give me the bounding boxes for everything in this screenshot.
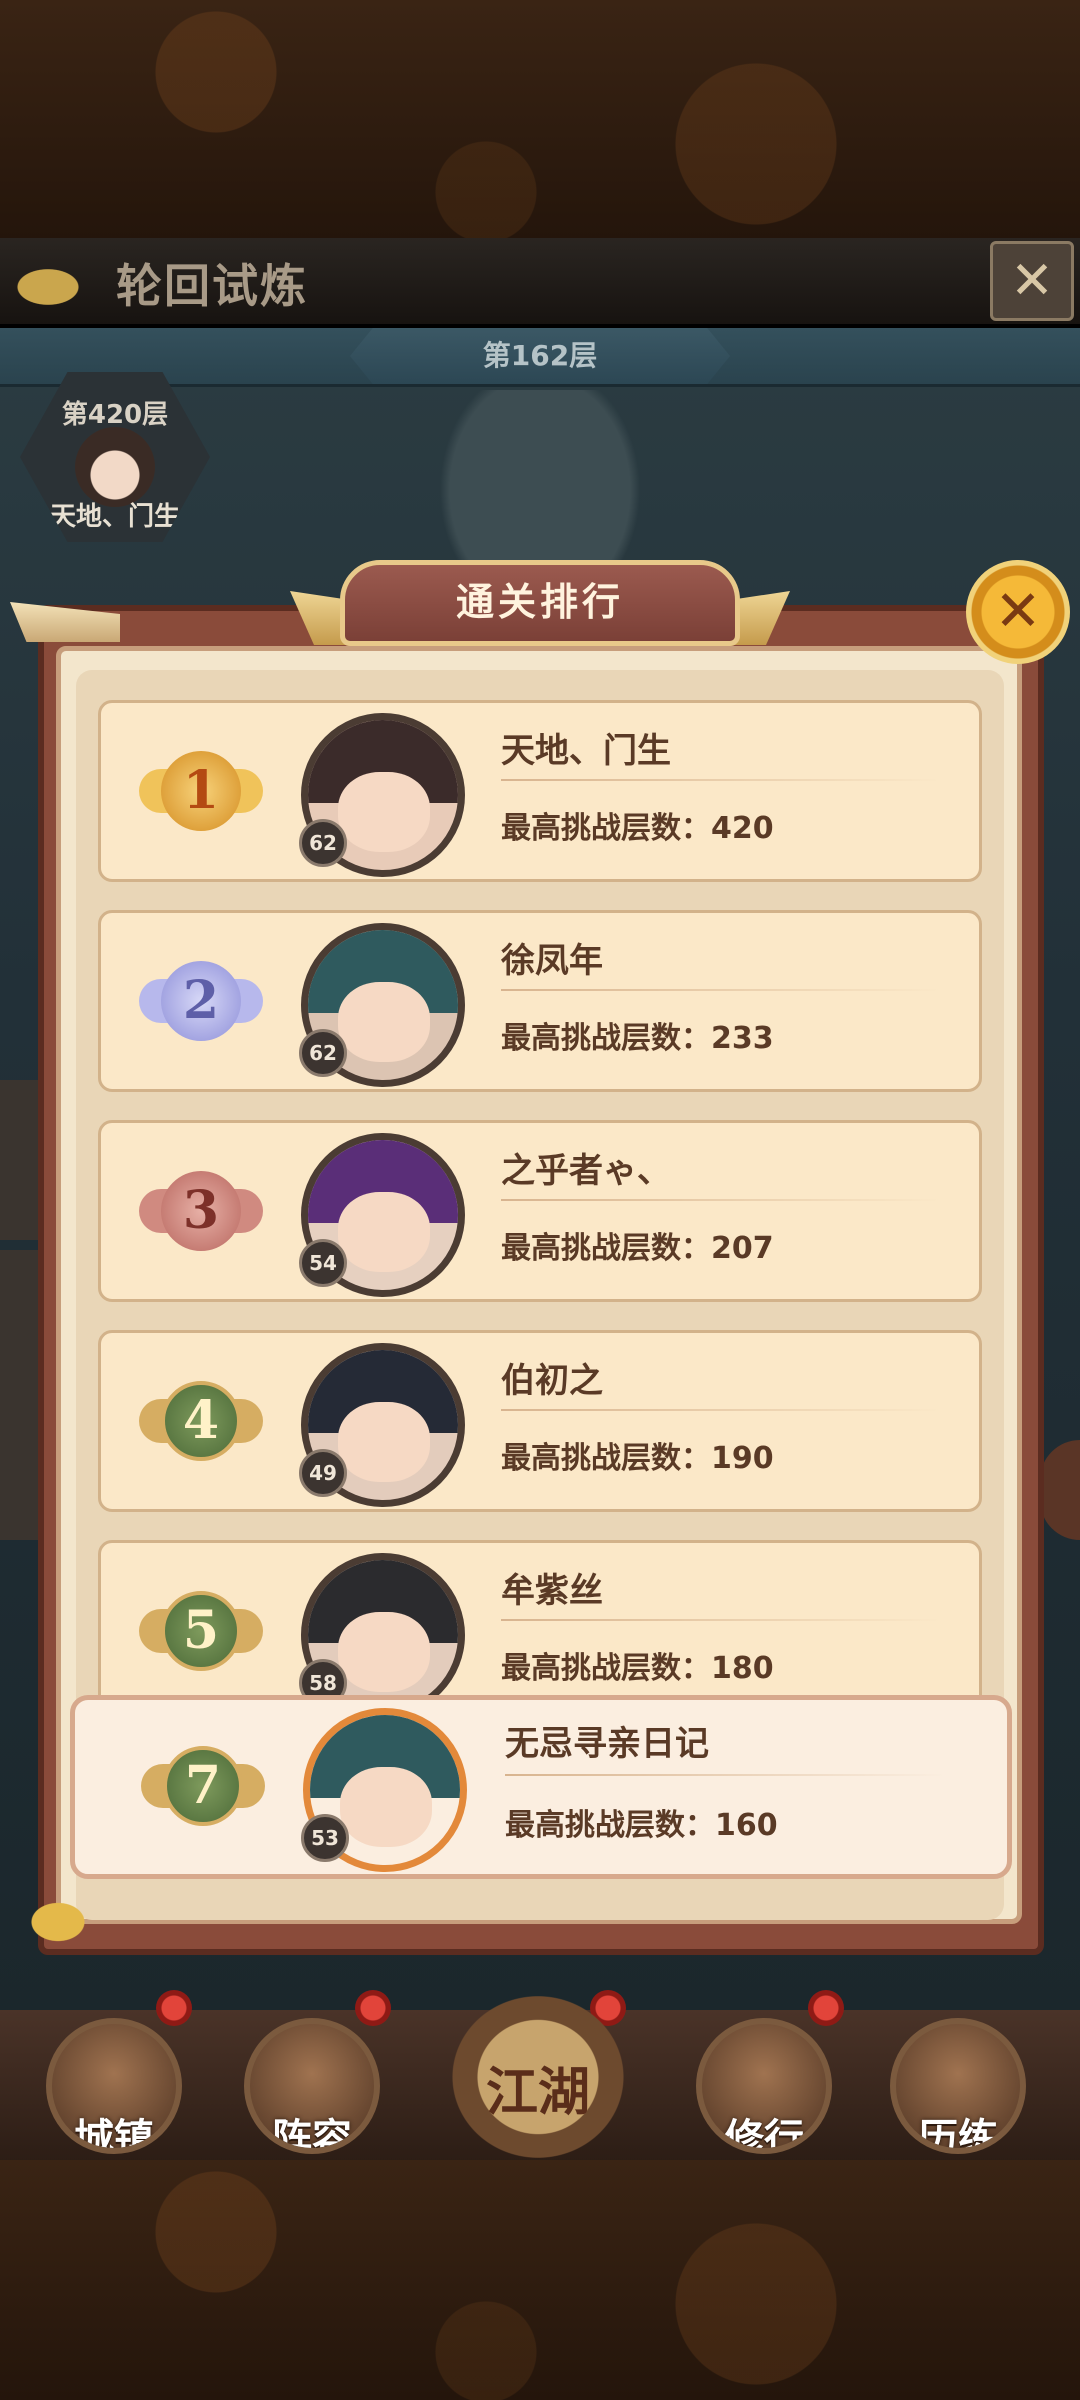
- nav-label: 城镇: [74, 2116, 154, 2154]
- player-name: 无忌寻亲日记: [505, 1724, 709, 1764]
- row-divider: [501, 989, 941, 991]
- rank-medal-icon: 7: [141, 1738, 265, 1838]
- panel-title: 通关排行: [340, 560, 740, 646]
- nav-training-button[interactable]: 修行: [696, 2018, 832, 2154]
- rank-medal-icon: 4: [139, 1373, 263, 1473]
- gold-cloud-ornament-icon: [8, 1886, 108, 1946]
- nav-lineup-button[interactable]: 阵容: [244, 2018, 380, 2154]
- top-player-avatar: [75, 427, 155, 507]
- row-divider: [501, 1619, 941, 1621]
- row-divider: [501, 1409, 941, 1411]
- player-name: 天地、门生: [501, 731, 671, 771]
- nav-experience-button[interactable]: 历练: [890, 2018, 1026, 2154]
- rank-medal-icon: 1: [139, 743, 263, 843]
- nav-town-button[interactable]: 城镇: [46, 2018, 182, 2154]
- row-divider: [501, 1199, 941, 1201]
- player-name: 之乎者ゃ、: [501, 1151, 671, 1191]
- player-score: 最高挑战层数：420: [501, 811, 774, 846]
- player-level-badge: 53: [301, 1814, 349, 1862]
- player-level-badge: 49: [299, 1449, 347, 1497]
- row-divider: [505, 1774, 945, 1776]
- player-level-badge: 62: [299, 819, 347, 867]
- close-page-button[interactable]: ✕: [990, 241, 1074, 321]
- player-score: 最高挑战层数：180: [501, 1651, 774, 1686]
- player-name: 伯初之: [501, 1361, 603, 1401]
- notification-dot: [355, 1990, 391, 2026]
- player-score: 最高挑战层数：233: [501, 1021, 774, 1056]
- ranking-row[interactable]: 1 62 天地、门生 最高挑战层数：420: [98, 700, 982, 882]
- nav-label: 修行: [724, 2116, 804, 2154]
- nav-label: 阵容: [272, 2116, 352, 2154]
- nav-jianghu-button[interactable]: 江湖: [448, 1992, 628, 2162]
- close-icon: ✕: [1010, 251, 1054, 311]
- player-level-badge: 62: [299, 1029, 347, 1077]
- player-score: 最高挑战层数：160: [505, 1808, 778, 1843]
- page-title: 轮回试炼: [116, 259, 308, 313]
- rank-number: 1: [161, 751, 241, 831]
- rank-medal-icon: 2: [139, 953, 263, 1053]
- ranking-row[interactable]: 3 54 之乎者ゃ、 最高挑战层数：207: [98, 1120, 982, 1302]
- notification-dot: [808, 1990, 844, 2026]
- close-panel-button[interactable]: ✕: [966, 560, 1070, 664]
- rank-number: 7: [163, 1746, 243, 1826]
- player-name: 牟紫丝: [501, 1571, 603, 1611]
- background-bottom: [0, 2160, 1080, 2400]
- rank-number: 5: [161, 1591, 241, 1671]
- nav-label: 江湖: [485, 2062, 590, 2123]
- rank-number: 3: [161, 1171, 241, 1251]
- ranking-row[interactable]: 2 62 徐凤年 最高挑战层数：233: [98, 910, 982, 1092]
- cloud-ornament-icon: [0, 245, 120, 315]
- rank-number: 4: [161, 1381, 241, 1461]
- player-level-badge: 54: [299, 1239, 347, 1287]
- nav-label: 历练: [918, 2116, 998, 2154]
- close-icon: ✕: [994, 579, 1042, 644]
- rank-medal-icon: 3: [139, 1163, 263, 1263]
- my-ranking-row[interactable]: 7 53 无忌寻亲日记 最高挑战层数：160: [70, 1695, 1012, 1879]
- rank-number: 2: [161, 961, 241, 1041]
- player-score: 最高挑战层数：190: [501, 1441, 774, 1476]
- current-floor-label: 第162层: [350, 328, 730, 384]
- player-name: 徐凤年: [501, 941, 603, 981]
- row-divider: [501, 779, 941, 781]
- player-score: 最高挑战层数：207: [501, 1231, 774, 1266]
- notification-dot: [156, 1990, 192, 2026]
- background-top: [0, 0, 1080, 240]
- ranking-row[interactable]: 4 49 伯初之 最高挑战层数：190: [98, 1330, 982, 1512]
- rank-medal-icon: 5: [139, 1583, 263, 1683]
